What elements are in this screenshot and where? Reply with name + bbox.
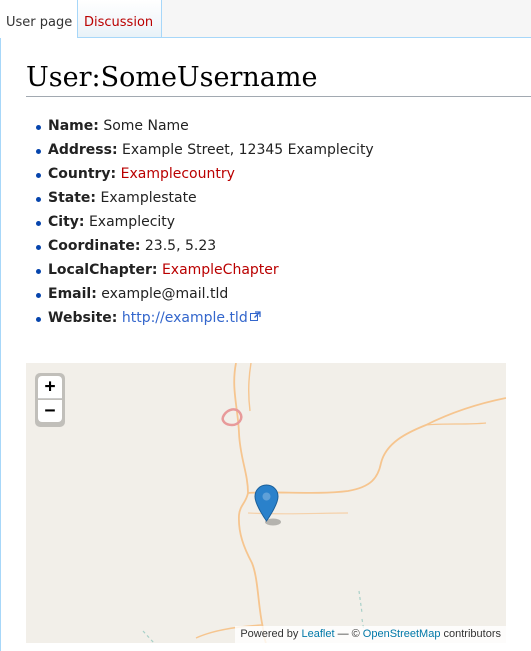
map-track — [358, 590, 365, 632]
tab-discussion[interactable]: Discussion — [78, 0, 162, 38]
page-content: User:SomeUsername Name: Some Name Addres… — [0, 38, 531, 651]
tabs-filler — [162, 0, 531, 38]
property-value: Example Street, 12345 Examplecity — [122, 142, 374, 158]
country-link[interactable]: Examplecountry — [121, 166, 235, 182]
map-track — [142, 630, 155, 643]
list-item-email: Email: example@mail.tld — [36, 282, 374, 306]
map-attribution: Powered by Leaflet — © OpenStreetMap con… — [235, 626, 506, 643]
zoom-out-button[interactable]: − — [38, 400, 62, 422]
map-pin-icon[interactable] — [254, 484, 286, 532]
leaflet-link[interactable]: Leaflet — [301, 628, 334, 640]
list-item-city: City: Examplecity — [36, 210, 374, 234]
property-label: Name: — [48, 118, 99, 134]
page-tabs: User page Discussion — [0, 0, 531, 38]
map-road — [425, 422, 487, 426]
list-item-country: Country: Examplecountry — [36, 162, 374, 186]
zoom-control: + − — [35, 373, 65, 427]
map-road — [247, 397, 506, 494]
openstreetmap-link[interactable]: OpenStreetMap — [363, 628, 441, 640]
property-value: Examplecity — [88, 214, 176, 230]
list-item-name: Name: Some Name — [36, 114, 374, 138]
attribution-separator: — © — [337, 628, 360, 640]
list-item-coordinate: Coordinate: 23.5, 5.23 — [36, 234, 374, 258]
tab-user-page[interactable]: User page — [0, 0, 78, 38]
website-link[interactable]: http://example.tld — [122, 310, 248, 326]
wiki-frame: User page Discussion User:SomeUsername N… — [0, 0, 531, 651]
attribution-suffix: contributors — [443, 628, 501, 640]
map-road — [247, 363, 252, 412]
property-label: City: — [48, 214, 85, 230]
property-value: Examplestate — [100, 190, 197, 206]
property-label: LocalChapter: — [48, 262, 158, 278]
property-label: Country: — [48, 166, 117, 182]
property-label: Email: — [48, 286, 97, 302]
page-title: User:SomeUsername — [26, 60, 531, 97]
property-label: Address: — [48, 142, 118, 158]
tab-discussion-label: Discussion — [84, 15, 154, 30]
external-link-icon — [249, 306, 261, 330]
list-item-website: Website: http://example.tld — [36, 306, 374, 330]
tab-user-page-label: User page — [6, 15, 73, 30]
property-label: Website: — [48, 310, 118, 326]
localchapter-link[interactable]: ExampleChapter — [162, 262, 279, 278]
location-map[interactable]: + − Powered by Leaflet — © OpenStreetMap… — [26, 363, 506, 643]
zoom-in-button[interactable]: + — [38, 376, 62, 399]
property-label: Coordinate: — [48, 238, 141, 254]
list-item-state: State: Examplestate — [36, 186, 374, 210]
property-value: 23.5, 5.23 — [144, 238, 217, 254]
list-item-address: Address: Example Street, 12345 Exampleci… — [36, 138, 374, 162]
property-value: Some Name — [103, 118, 189, 134]
property-value: example@mail.tld — [101, 286, 229, 302]
user-properties-list: Name: Some Name Address: Example Street,… — [31, 114, 374, 330]
property-label: State: — [48, 190, 97, 206]
attribution-prefix: Powered by — [240, 628, 299, 640]
list-item-localchapter: LocalChapter: ExampleChapter — [36, 258, 374, 282]
